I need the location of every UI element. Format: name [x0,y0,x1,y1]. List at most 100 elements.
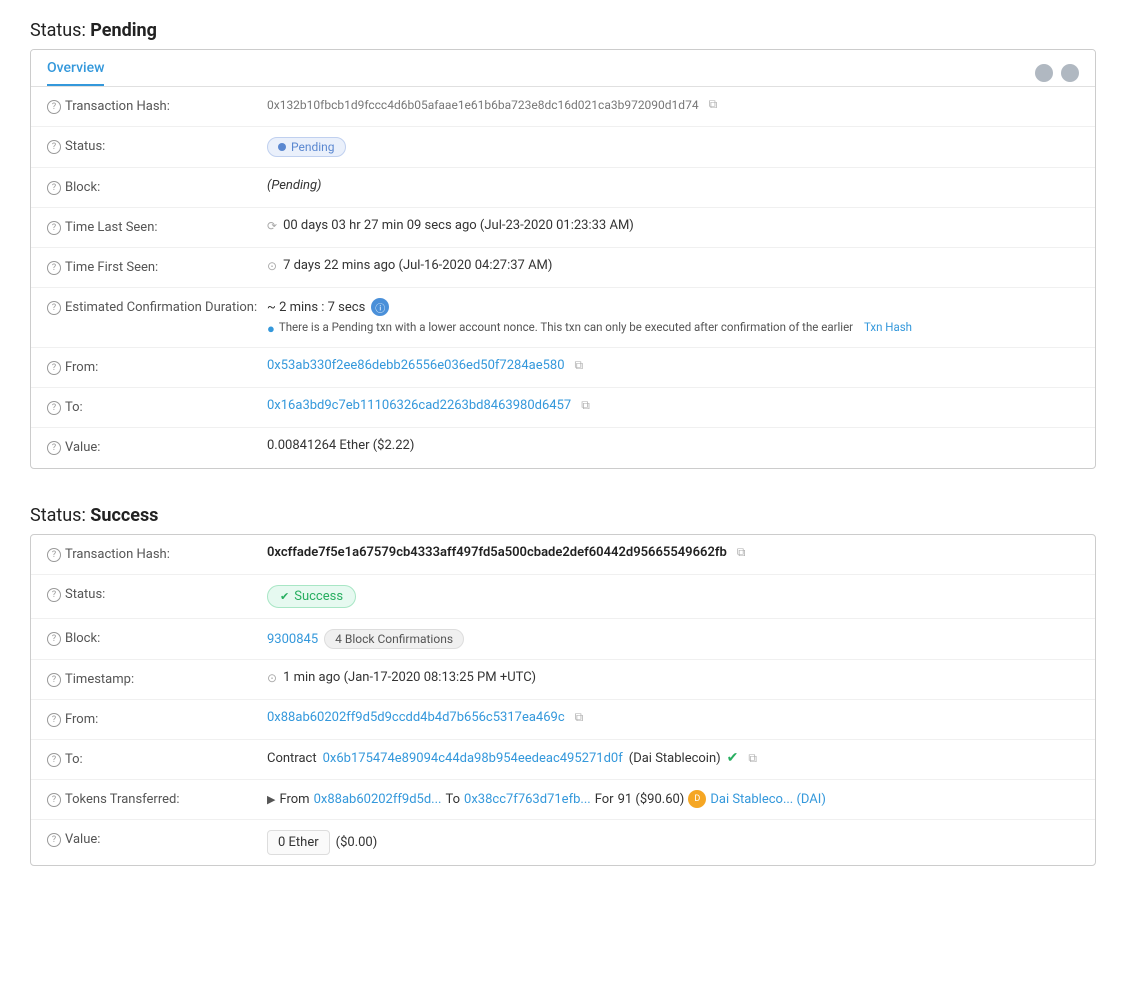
from-help-icon[interactable]: ? [47,361,61,375]
pending-status-row: ? Status: Pending [31,127,1095,168]
success-tx-hash-value: 0xcffade7f5e1a67579cb4333aff497fd5a500cb… [267,545,1079,560]
to-label: ? To: [47,398,267,415]
success-value-row: ? Value: 0 Ether ($0.00) [31,820,1095,865]
success-status-help-icon[interactable]: ? [47,588,61,602]
tokens-from-address-link[interactable]: 0x88ab60202ff9d5d... [314,792,442,807]
success-value-label: ? Value: [47,830,267,847]
from-label: ? From: [47,358,267,375]
success-to-help-icon[interactable]: ? [47,753,61,767]
success-from-row: ? From: 0x88ab60202ff9d5d9ccdd4b4d7b656c… [31,700,1095,740]
time-first-seen-help-icon[interactable]: ? [47,261,61,275]
value-label: ? Value: [47,438,267,455]
value-help-icon[interactable]: ? [47,441,61,455]
time-last-seen-help-icon[interactable]: ? [47,221,61,235]
from-copy-icon[interactable]: ⧉ [575,358,584,373]
tx-hash-copy-icon[interactable]: ⧉ [709,97,718,112]
pending-card: Overview ? Transaction Hash: 0x132b10fbc… [30,49,1096,469]
success-block-label: ? Block: [47,629,267,646]
est-confirmation-help-icon[interactable]: ? [47,301,61,315]
success-block-help-icon[interactable]: ? [47,632,61,646]
tokens-transferred-value: ▶ From 0x88ab60202ff9d5d... To 0x38cc7f7… [267,790,1079,808]
pending-from-row: ? From: 0x53ab330f2ee86debb26556e036ed50… [31,348,1095,388]
success-from-help-icon[interactable]: ? [47,713,61,727]
success-status-row: ? Status: Success [31,575,1095,619]
confirmation-info-badge[interactable]: ⓘ [371,298,389,316]
pending-section-title: Status: Pending [30,20,1096,41]
tab-icon-2[interactable] [1061,64,1079,82]
to-copy-icon[interactable]: ⧉ [581,398,590,413]
success-value-help-icon[interactable]: ? [47,833,61,847]
tab-icon-1[interactable] [1035,64,1053,82]
success-from-value: 0x88ab60202ff9d5d9ccdd4b4d7b656c5317ea46… [267,710,1079,725]
est-confirmation-label: ? Estimated Confirmation Duration: [47,298,267,315]
value-value: 0.00841264 Ether ($2.22) [267,438,1079,453]
from-address-link[interactable]: 0x53ab330f2ee86debb26556e036ed50f7284ae5… [267,358,565,373]
success-timestamp-help-icon[interactable]: ? [47,673,61,687]
to-value: 0x16a3bd9c7eb11106326cad2263bd8463980d64… [267,398,1079,413]
tokens-transferred-help-icon[interactable]: ? [47,793,61,807]
status-label: ? Status: [47,137,267,154]
success-status-label: ? Status: [47,585,267,602]
tokens-from-prefix: From [279,792,309,807]
tab-action-icons [1035,64,1079,82]
dai-token-icon: D [688,790,706,808]
block-value: (Pending) [267,178,1079,193]
warning-txn-hash-link[interactable]: Txn Hash [864,320,912,334]
success-block-row: ? Block: 9300845 4 Block Confirmations [31,619,1095,660]
success-block-value: 9300845 4 Block Confirmations [267,629,1079,649]
warning-text: There is a Pending txn with a lower acco… [279,320,853,334]
from-value: 0x53ab330f2ee86debb26556e036ed50f7284ae5… [267,358,1079,373]
time-first-seen-clock-icon: ⊙ [267,259,277,273]
block-number-link[interactable]: 9300845 [267,632,318,647]
to-help-icon[interactable]: ? [47,401,61,415]
tx-hash-help-icon[interactable]: ? [47,100,61,114]
status-badge-pending: Pending [267,137,346,157]
tokens-to-address-link[interactable]: 0x38cc7f763d71efb... [464,792,591,807]
est-confirmation-value: ~ 2 mins : 7 secs ⓘ ● There is a Pending… [267,298,1079,337]
success-from-address-link[interactable]: 0x88ab60202ff9d5d9ccdd4b4d7b656c5317ea46… [267,710,565,725]
to-contract-name: (Dai Stablecoin) [629,751,721,766]
success-tokens-transferred-row: ? Tokens Transferred: ▶ From 0x88ab60202… [31,780,1095,820]
overview-tab[interactable]: Overview [47,60,104,86]
success-timestamp-value: ⊙ 1 min ago (Jan-17-2020 08:13:25 PM +UT… [267,670,1079,685]
status-badge-success: Success [267,585,356,608]
success-value-eth-box: 0 Ether [267,830,330,855]
success-tx-hash-row: ? Transaction Hash: 0xcffade7f5e1a67579c… [31,535,1095,575]
confirmation-warning-line: ● There is a Pending txn with a lower ac… [267,320,912,337]
status-help-icon[interactable]: ? [47,140,61,154]
token-transfer-arrow: ▶ [267,793,275,806]
pending-tx-hash-row: ? Transaction Hash: 0x132b10fbcb1d9fccc4… [31,87,1095,127]
success-to-row: ? To: Contract 0x6b175474e89094c44da98b9… [31,740,1095,780]
pending-tab-bar: Overview [31,50,1095,87]
block-confirmations-badge: 4 Block Confirmations [324,629,464,649]
success-to-value: Contract 0x6b175474e89094c44da98b954eede… [267,750,1079,766]
time-last-seen-value: ⟳ 00 days 03 hr 27 min 09 secs ago (Jul-… [267,218,1079,233]
pending-to-row: ? To: 0x16a3bd9c7eb11106326cad2263bd8463… [31,388,1095,428]
success-from-copy-icon[interactable]: ⧉ [575,710,584,725]
success-to-copy-icon[interactable]: ⧉ [748,751,757,766]
pending-est-confirmation-row: ? Estimated Confirmation Duration: ~ 2 m… [31,288,1095,348]
tokens-amount: 91 ($90.60) [618,792,685,807]
tokens-to-prefix: To [445,792,460,807]
success-to-contract-link[interactable]: 0x6b175474e89094c44da98b954eedeac495271d… [323,751,623,766]
pending-value-row: ? Value: 0.00841264 Ether ($2.22) [31,428,1095,468]
success-tx-hash-help-icon[interactable]: ? [47,548,61,562]
pending-time-last-seen-row: ? Time Last Seen: ⟳ 00 days 03 hr 27 min… [31,208,1095,248]
to-address-link[interactable]: 0x16a3bd9c7eb11106326cad2263bd8463980d64… [267,398,571,413]
tx-hash-label: ? Transaction Hash: [47,97,267,114]
success-value-usd: ($0.00) [336,835,378,850]
tokens-transferred-label: ? Tokens Transferred: [47,790,267,807]
success-tx-hash-copy-icon[interactable]: ⧉ [737,545,746,560]
tx-hash-link[interactable]: 0x132b10fbcb1d9fccc4d6b05afaae1e61b6ba72… [267,98,699,112]
block-help-icon[interactable]: ? [47,181,61,195]
success-tx-hash-label: ? Transaction Hash: [47,545,267,562]
success-to-label: ? To: [47,750,267,767]
time-last-seen-label: ? Time Last Seen: [47,218,267,235]
timestamp-text: 1 min ago (Jan-17-2020 08:13:25 PM +UTC) [283,670,536,685]
to-contract-prefix: Contract [267,751,317,766]
tokens-name-link[interactable]: Dai Stableco... (DAI) [710,792,826,807]
success-value-value: 0 Ether ($0.00) [267,830,1079,855]
to-verified-icon: ✔ [727,750,739,766]
success-timestamp-row: ? Timestamp: ⊙ 1 min ago (Jan-17-2020 08… [31,660,1095,700]
warning-dot-icon: ● [267,321,275,337]
